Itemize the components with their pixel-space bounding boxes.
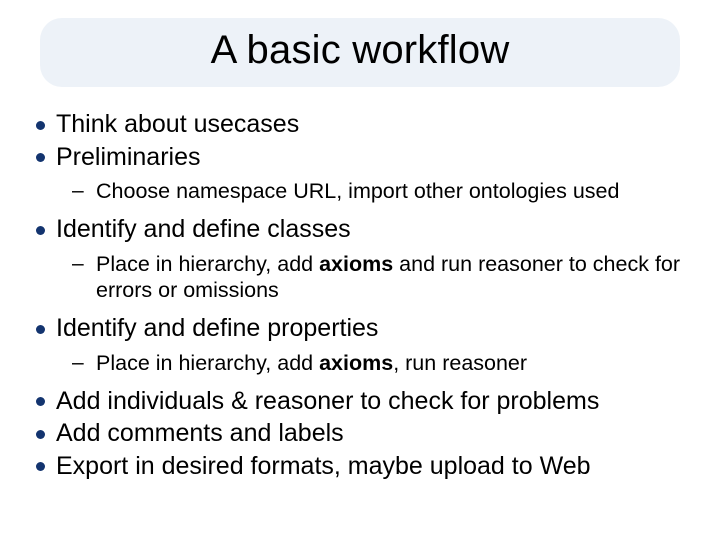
text-fragment: Place in hierarchy, add bbox=[96, 351, 319, 375]
text-fragment: , run reasoner bbox=[393, 351, 527, 375]
bullet-export: Export in desired formats, maybe upload … bbox=[30, 451, 690, 482]
subbullet-namespace: Choose namespace URL, import other ontol… bbox=[30, 178, 690, 204]
bullet-properties: Identify and define properties bbox=[30, 313, 690, 344]
text-fragment: Place in hierarchy, add bbox=[96, 252, 319, 276]
bullet-individuals: Add individuals & reasoner to check for … bbox=[30, 386, 690, 417]
bullet-think: Think about usecases bbox=[30, 109, 690, 140]
bullet-classes: Identify and define classes bbox=[30, 214, 690, 245]
bullet-preliminaries: Preliminaries bbox=[30, 142, 690, 173]
title-container: A basic workflow bbox=[40, 18, 680, 87]
slide: A basic workflow Think about usecases Pr… bbox=[0, 0, 720, 540]
slide-title: A basic workflow bbox=[60, 28, 660, 73]
text-bold-axioms: axioms bbox=[319, 252, 393, 276]
subbullet-classes-axioms: Place in hierarchy, add axioms and run r… bbox=[30, 251, 690, 303]
text-bold-axioms: axioms bbox=[319, 351, 393, 375]
slide-body: Think about usecases Preliminaries Choos… bbox=[24, 109, 696, 481]
subbullet-properties-axioms: Place in hierarchy, add axioms, run reas… bbox=[30, 350, 690, 376]
bullet-comments: Add comments and labels bbox=[30, 418, 690, 449]
